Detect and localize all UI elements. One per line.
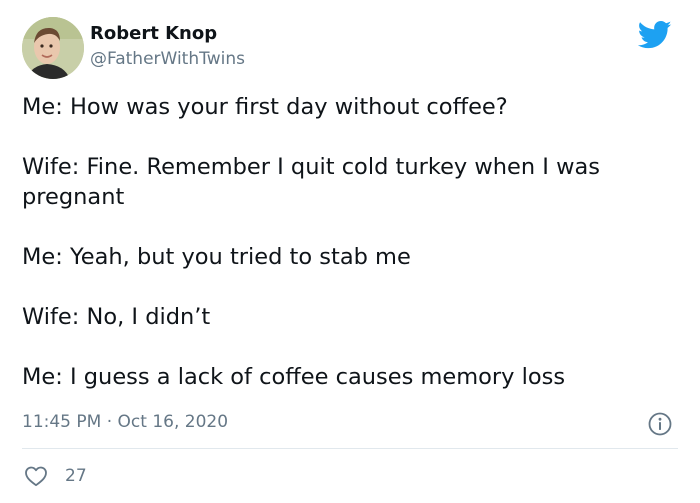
twitter-bird-icon[interactable] bbox=[638, 20, 672, 50]
tweet-time[interactable]: 11:45 PM bbox=[22, 412, 101, 432]
meta-separator: · bbox=[106, 412, 113, 432]
display-name[interactable]: Robert Knop bbox=[90, 22, 245, 46]
divider bbox=[22, 448, 678, 449]
tweet-line: pregnant bbox=[22, 184, 125, 210]
tweet-date[interactable]: Oct 16, 2020 bbox=[118, 412, 229, 432]
user-handle[interactable]: @FatherWithTwins bbox=[90, 46, 245, 72]
tweet-card: Robert Knop @FatherWithTwins Me: How was… bbox=[0, 0, 700, 503]
tweet-line: Wife: No, I didn’t bbox=[22, 304, 211, 330]
tweet-line: Me: Yeah, but you tried to stab me bbox=[22, 244, 411, 270]
tweet-header: Robert Knop @FatherWithTwins bbox=[22, 17, 682, 81]
tweet-text: Me: How was your first day without coffe… bbox=[22, 92, 687, 392]
info-icon[interactable] bbox=[647, 411, 673, 437]
like-count: 27 bbox=[65, 466, 87, 486]
tweet-timestamp[interactable]: 11:45 PM · Oct 16, 2020 bbox=[22, 410, 228, 434]
avatar[interactable] bbox=[22, 17, 84, 79]
user-info: Robert Knop @FatherWithTwins bbox=[90, 22, 245, 72]
like-action[interactable]: 27 bbox=[24, 463, 87, 489]
avatar-photo bbox=[22, 17, 84, 79]
heart-outline-icon[interactable] bbox=[24, 465, 48, 487]
tweet-line: Me: How was your first day without coffe… bbox=[22, 94, 508, 120]
tweet-line: Me: I guess a lack of coffee causes memo… bbox=[22, 364, 566, 390]
tweet-line: Wife: Fine. Remember I quit cold turkey … bbox=[22, 154, 601, 180]
